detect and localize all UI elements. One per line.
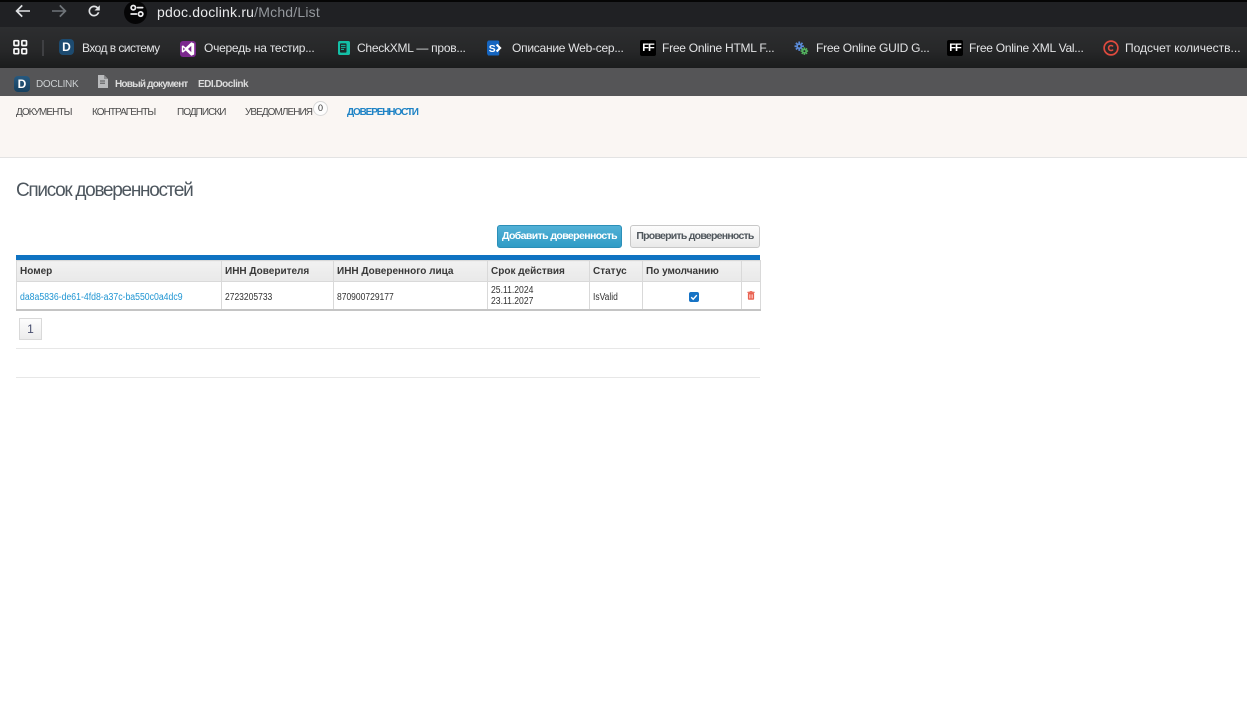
- svg-text:S: S: [489, 44, 496, 55]
